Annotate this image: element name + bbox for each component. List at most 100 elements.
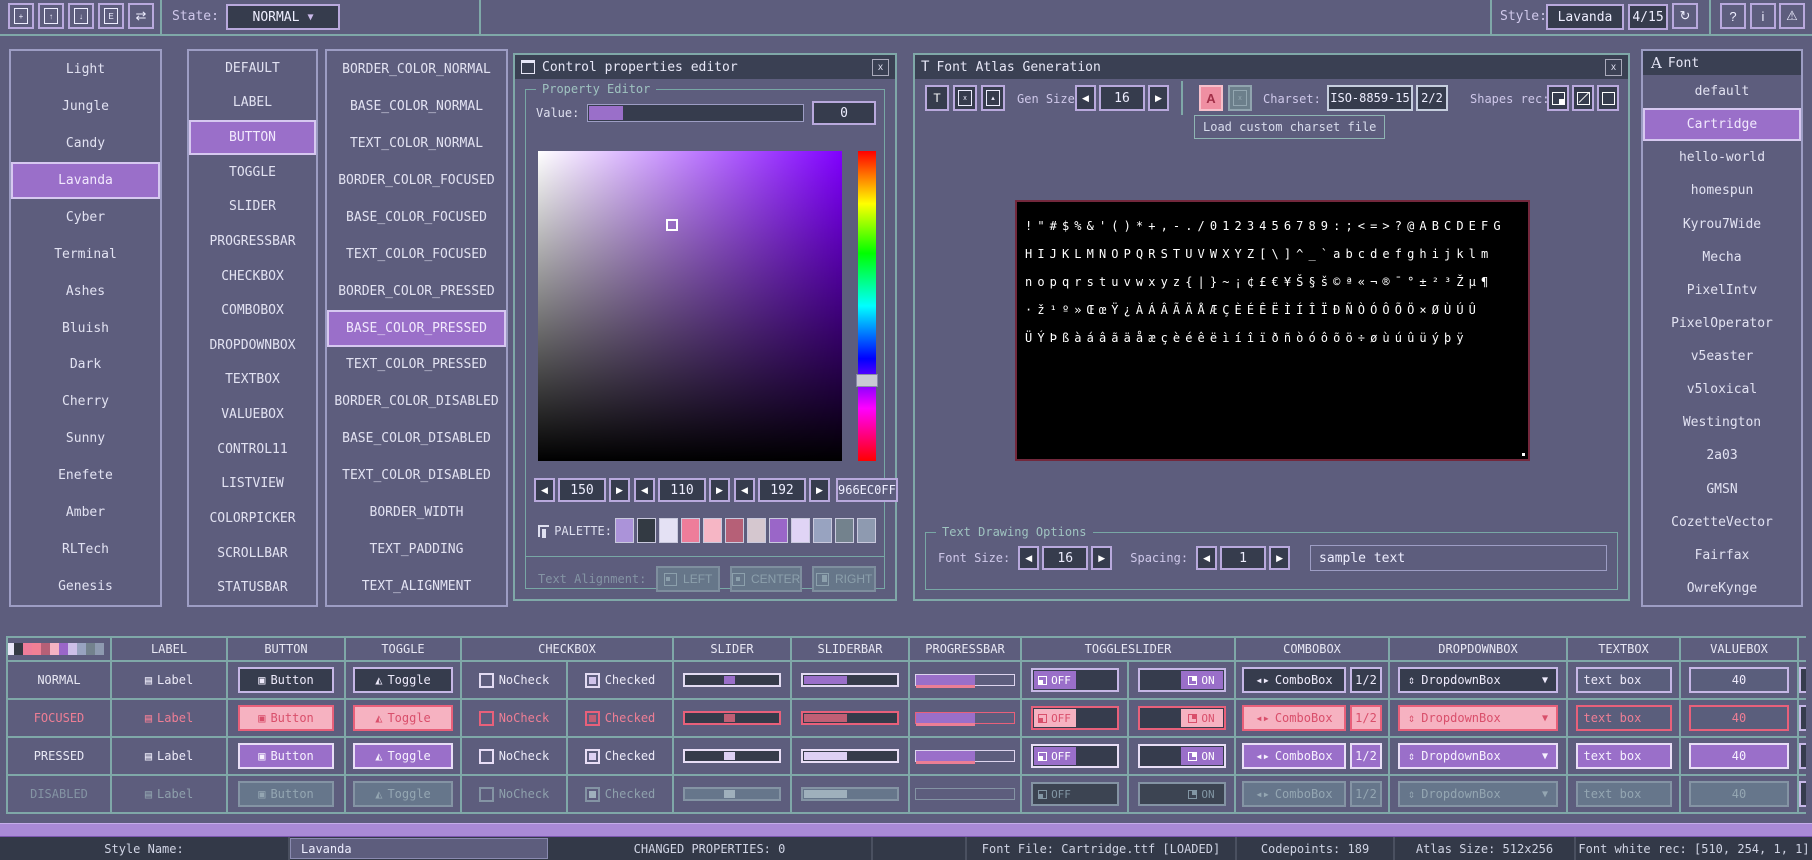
preview-combobox-pressed[interactable]: ◂▸ComboBox1/2 [1236, 738, 1390, 776]
control-properties-titlebar[interactable]: Control properties editor x [515, 55, 895, 79]
green-value[interactable]: 110 [658, 478, 706, 502]
blue-value[interactable]: 192 [758, 478, 806, 502]
preview-checked-pressed[interactable]: Checked [568, 738, 674, 776]
palette-swatch-9[interactable] [813, 518, 832, 543]
slider-track[interactable] [683, 787, 781, 801]
preview-label-pressed[interactable]: ▤Label [112, 738, 228, 776]
palette-swatch-3[interactable] [681, 518, 700, 543]
preview-dropdownbox-pressed[interactable]: ⇕DropdownBox▼ [1390, 738, 1568, 776]
font-item-2a03[interactable]: 2a03 [1643, 439, 1801, 472]
dropdownbox-widget[interactable]: ⇕DropdownBox▼ [1398, 781, 1558, 807]
font-item-pixelintv[interactable]: PixelIntv [1643, 274, 1801, 307]
style-item-light[interactable]: Light [11, 51, 160, 88]
sliderbar-track[interactable] [801, 787, 899, 801]
gen-size-value[interactable]: 16 [1099, 85, 1145, 111]
palette-swatch-7[interactable] [769, 518, 788, 543]
spinner-right-icon[interactable]: ▶ [1269, 546, 1290, 570]
style-item-cherry[interactable]: Cherry [11, 383, 160, 420]
sliderbar-track[interactable] [801, 673, 899, 687]
font-item-owrekynge[interactable]: OwreKynge [1643, 572, 1801, 605]
font-atlas-preview[interactable]: !"#$%&'()*+,-./0123456789:;<=>?@ABCDEFGH… [1015, 200, 1530, 461]
toggleslider-on[interactable]: ON [1138, 706, 1226, 730]
font-item-cozettevector[interactable]: CozetteVector [1643, 506, 1801, 539]
property-item-base-color-pressed[interactable]: BASE_COLOR_PRESSED [327, 310, 506, 347]
palette-swatch-4[interactable] [703, 518, 722, 543]
toggleslider-off[interactable]: OFF [1031, 744, 1119, 768]
font-item-westington[interactable]: Westington [1643, 406, 1801, 439]
close-icon[interactable]: x [872, 59, 889, 76]
toggleslider-off[interactable]: OFF [1031, 706, 1119, 730]
combobox-main[interactable]: ◂▸ComboBox [1242, 705, 1346, 731]
valuebox-widget[interactable]: 40 [1689, 667, 1789, 693]
preview-button-disabled[interactable]: ▣Button [228, 776, 346, 814]
preview-toggleslider-off-normal[interactable]: OFF [1022, 662, 1129, 700]
property-item-text-color-pressed[interactable]: TEXT_COLOR_PRESSED [327, 347, 506, 384]
slider-handle[interactable] [724, 714, 735, 722]
dropdownbox-widget[interactable]: ⇕DropdownBox▼ [1398, 743, 1558, 769]
align-center-button[interactable]: CENTER [730, 566, 802, 592]
preview-valuebox-disabled[interactable]: 40 [1681, 776, 1799, 814]
control-item-valuebox[interactable]: VALUEBOX [189, 397, 316, 432]
slider-handle[interactable] [724, 676, 735, 684]
checkbox-empty-icon[interactable] [479, 673, 494, 688]
combobox-main[interactable]: ◂▸ComboBox [1242, 743, 1346, 769]
valuebox-widget[interactable]: 40 [1689, 705, 1789, 731]
spinner-right-icon[interactable]: ▶ [609, 478, 630, 502]
preview-toggle-focused[interactable]: ◭Toggle [346, 700, 462, 738]
control-item-default[interactable]: DEFAULT [189, 51, 316, 86]
property-item-base-color-focused[interactable]: BASE_COLOR_FOCUSED [327, 199, 506, 236]
style-name-input[interactable]: Lavanda [290, 838, 548, 859]
combobox-count[interactable]: 1/2 [1350, 743, 1382, 769]
preview-dropdownbox-focused[interactable]: ⇕DropdownBox▼ [1390, 700, 1568, 738]
preview-checked-normal[interactable]: Checked [568, 662, 674, 700]
preview-dropdownbox-disabled[interactable]: ⇕DropdownBox▼ [1390, 776, 1568, 814]
preview-slider-disabled[interactable] [674, 776, 792, 814]
checkbox-checked-icon[interactable] [585, 673, 600, 688]
slider-track[interactable] [683, 673, 781, 687]
valuebox-widget[interactable]: 40 [1689, 743, 1789, 769]
control-item-statusbar[interactable]: STATUSBAR [189, 570, 316, 605]
style-item-enefete[interactable]: Enefete [11, 457, 160, 494]
style-item-candy[interactable]: Candy [11, 125, 160, 162]
style-item-genesis[interactable]: Genesis [11, 568, 160, 605]
control-item-button[interactable]: BUTTON [189, 120, 316, 155]
property-item-border-color-disabled[interactable]: BORDER_COLOR_DISABLED [327, 383, 506, 420]
style-name-box[interactable]: Lavanda [1546, 4, 1624, 30]
property-item-border-color-focused[interactable]: BORDER_COLOR_FOCUSED [327, 162, 506, 199]
control-item-label[interactable]: LABEL [189, 86, 316, 121]
font-item-cartridge[interactable]: Cartridge [1643, 108, 1801, 141]
palette-swatch-8[interactable] [791, 518, 810, 543]
palette-swatch-5[interactable] [725, 518, 744, 543]
checkbox-empty-icon[interactable] [479, 787, 494, 802]
control-item-textbox[interactable]: TEXTBOX [189, 363, 316, 398]
property-item-text-color-normal[interactable]: TEXT_COLOR_NORMAL [327, 125, 506, 162]
style-item-rltech[interactable]: RLTech [11, 531, 160, 568]
preview-valuebox-normal[interactable]: 40 [1681, 662, 1799, 700]
preview-slider-pressed[interactable] [674, 738, 792, 776]
preview-dropdownbox-normal[interactable]: ⇕DropdownBox▼ [1390, 662, 1568, 700]
checkbox-checked-icon[interactable] [585, 787, 600, 802]
spinner-right-icon[interactable]: ▶ [709, 478, 730, 502]
palette-swatch-6[interactable] [747, 518, 766, 543]
toggleslider-on[interactable]: ON [1138, 782, 1226, 806]
font-item-kyrou7wide[interactable]: Kyrou7Wide [1643, 208, 1801, 241]
checkbox-checked-icon[interactable] [585, 749, 600, 764]
font-item-gmsn[interactable]: GMSN [1643, 473, 1801, 506]
preview-checked-focused[interactable]: Checked [568, 700, 674, 738]
preview-textbox-pressed[interactable]: text box [1568, 738, 1681, 776]
style-item-dark[interactable]: Dark [11, 347, 160, 384]
gen-size-decrease-icon[interactable]: ◀ [1075, 85, 1096, 111]
preview-button-widget[interactable]: ▣Button [238, 743, 334, 769]
font-item-mecha[interactable]: Mecha [1643, 241, 1801, 274]
preview-sliderbar-pressed[interactable] [792, 738, 910, 776]
value-slider-handle[interactable] [589, 106, 623, 120]
control-item-colorpicker[interactable]: COLORPICKER [189, 501, 316, 536]
shapes-diagonal-button[interactable] [1572, 85, 1594, 111]
spinner-left-icon[interactable]: ◀ [634, 478, 655, 502]
combobox-count[interactable]: 1/2 [1350, 705, 1382, 731]
preview-button-focused[interactable]: ▣Button [228, 700, 346, 738]
property-item-border-width[interactable]: BORDER_WIDTH [327, 494, 506, 531]
palette-swatch-1[interactable] [637, 518, 656, 543]
preview-toggle-normal[interactable]: ◭Toggle [346, 662, 462, 700]
combobox-count[interactable]: 1/2 [1350, 667, 1382, 693]
